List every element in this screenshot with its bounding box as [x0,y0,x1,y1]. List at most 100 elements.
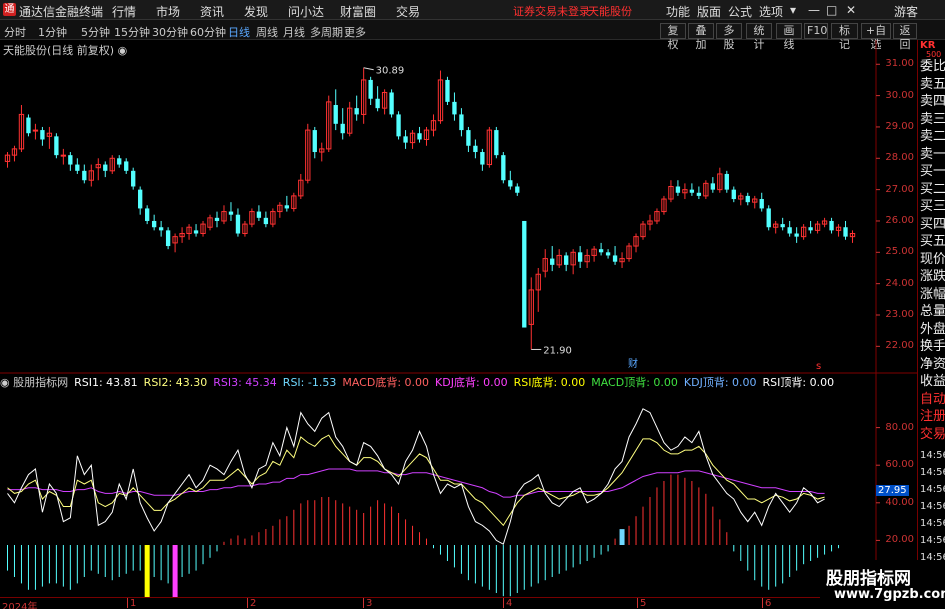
tab-weekly[interactable]: 周线 [256,24,278,40]
candle-body [75,164,80,171]
tab-15min[interactable]: 15分钟 [114,24,150,40]
login-alert[interactable]: 证券交易未登录 [513,3,590,19]
statistics-button[interactable]: 统计 [746,23,772,51]
candle-body [808,227,813,231]
candle-body [515,186,520,193]
quote-label[interactable]: 注册 [920,408,945,425]
menu-gongneng[interactable]: 功能 [666,3,690,20]
tab-5min[interactable]: 5分钟 [81,24,110,40]
candle-body [165,230,171,247]
multi-stock-button[interactable]: 多股 [716,23,742,51]
candle-body [256,211,262,218]
candle-body [843,227,848,237]
candle-body [675,186,681,193]
tab-multi-period[interactable]: 多周期 [310,24,343,40]
quote-label: 买二 [920,181,945,197]
tab-60min[interactable]: 60分钟 [190,24,226,40]
quote-label: 卖二 [920,129,945,144]
indicator-tick-label: 40.00 [885,496,914,508]
menu-zixun[interactable]: 资讯 [200,3,224,20]
indicator-header-item: RSI1: 43.81 [74,376,138,389]
price-tick-label: 28.00 [885,152,914,164]
candle-body [375,98,380,109]
f10-button[interactable]: F10 [804,23,828,39]
menu-banmian[interactable]: 版面 [697,3,721,20]
quote-label: 卖三 [920,111,945,127]
candle-body [214,217,220,221]
candle-body [333,105,338,124]
candle-body [494,130,499,156]
rsi1-line [7,408,825,545]
fuquan-button[interactable]: 复权 [660,23,686,51]
menu-hangqing[interactable]: 行情 [112,3,136,20]
add-watchlist-button[interactable]: +自选 [861,23,891,51]
tab-monthly[interactable]: 月线 [283,24,305,40]
indicator-tick-label: 60.00 [885,459,914,471]
quote-label[interactable]: 自动 [920,391,945,408]
overlay-button[interactable]: 叠加 [688,23,714,51]
mark-button[interactable]: 标记 [831,23,858,51]
candle-body [124,161,129,171]
candle-body [263,217,269,225]
candle-body [780,224,785,228]
candle-body [60,154,67,157]
menu-shichang[interactable]: 市场 [156,3,180,20]
quote-label: 买一 [920,164,945,179]
menu-xuanxiang[interactable]: 选项 [759,3,783,20]
x-axis-label: 4 [506,598,513,609]
candle-body [745,195,750,203]
candle-body [612,255,618,262]
candle-body [466,130,471,146]
candle-body [284,205,290,209]
candle-body [787,227,792,234]
x-axis-tick [247,598,248,608]
quote-label: 卖四 [920,94,945,109]
quote-label: 卖五 [920,76,945,92]
back-button[interactable]: 返回 [893,23,917,51]
time-label: 14:56 [920,467,945,478]
stock-title: 天能股份 [588,5,632,18]
chart-canvas[interactable]: 30.89 21.90 财 s [0,40,917,609]
tab-30min[interactable]: 30分钟 [152,24,188,40]
quote-label[interactable]: 交易 [920,426,945,443]
indicator-header: ◉ 股朋指标网 RSI1: 43.81 RSI2: 43.30 RSI3: 45.34… [0,374,880,389]
candle-body [54,136,59,156]
rsi-lines [7,408,825,545]
x-axis-label: 6 [765,598,772,609]
price-tick-label: 31.00 [885,58,914,70]
finance-marker: 财 [628,357,638,370]
tab-daily[interactable]: 日线 [228,24,250,40]
candle-body [312,130,317,153]
maximize-icon[interactable]: □ [826,3,837,17]
signal-bar [619,529,625,545]
user-label[interactable]: 游客 [894,3,918,20]
menu-jiaoyi[interactable]: 交易 [396,3,420,20]
menu-faxian[interactable]: 发现 [244,3,268,20]
tab-fenshi[interactable]: 分时 [4,24,26,40]
draw-line-button[interactable]: 画线 [776,23,802,51]
indicator-tick-label: 80.00 [885,421,914,433]
candle-body [696,192,702,196]
menu-wenxiaoda[interactable]: 问小达 [288,3,324,20]
indicator-tick-label: 20.00 [885,534,914,546]
candle-body [340,123,345,134]
candle-body [396,114,401,137]
title-bar: 通 通达信金融终端 行情 市场 资讯 发现 问小达 财富圈 交易 证券交易未登录… [0,0,945,20]
menu-gongshi[interactable]: 公式 [728,3,752,20]
quote-label: 换手 [920,339,945,354]
indicator-header-item[interactable]: ◉ 股朋指标网 [0,376,68,389]
close-icon[interactable]: ✕ [846,3,856,17]
candle-body [459,114,464,131]
time-label: 14:56 [920,450,945,461]
dropdown-icon[interactable]: ▾ [790,3,796,17]
minimize-icon[interactable]: — [808,3,820,17]
candle-body [605,252,611,256]
price-tick-label: 22.00 [885,340,914,352]
indicator-header-item: KDJ顶背: 0.00 [683,376,757,389]
indicator-grid [876,427,880,579]
candle-body [403,136,408,143]
tab-1min[interactable]: 1分钟 [38,24,67,40]
candle-body [724,173,729,190]
tab-more[interactable]: 更多 [344,24,366,40]
menu-caifuquan[interactable]: 财富圈 [340,3,376,20]
